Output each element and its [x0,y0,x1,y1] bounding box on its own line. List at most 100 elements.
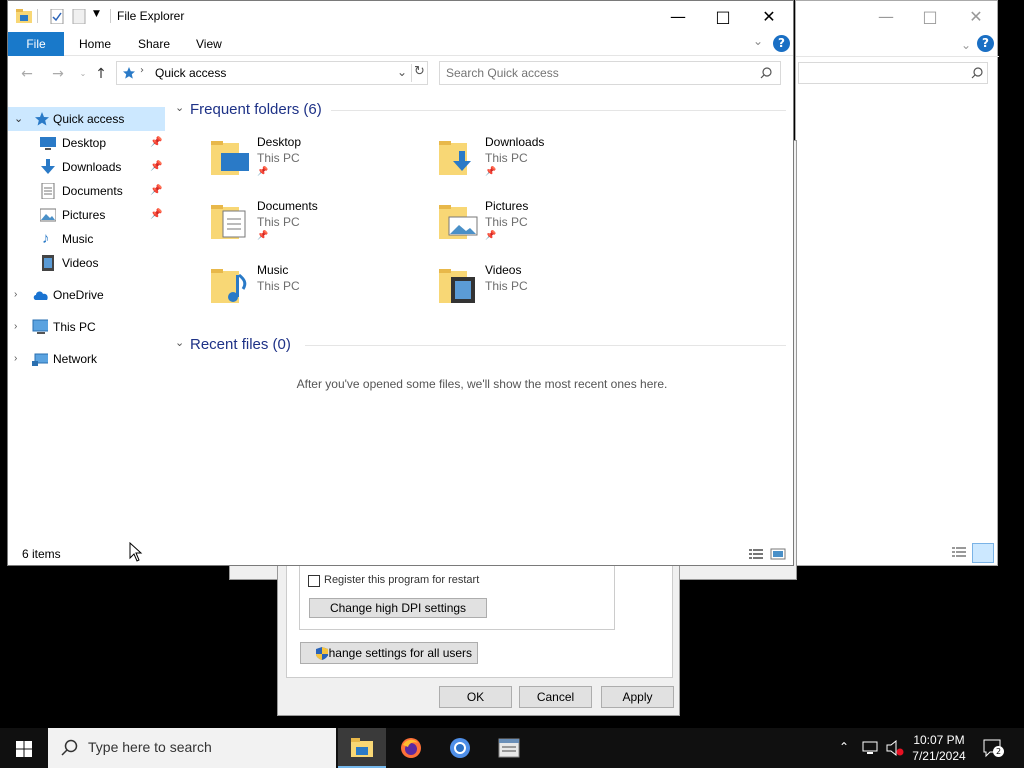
folder-tile-desktop[interactable]: Desktop This PC 📌 [211,133,421,189]
change-dpi-button[interactable]: Change high DPI settings [309,598,487,618]
maximize-button[interactable]: □ [700,1,746,32]
collapse-frequent-icon[interactable]: ⌄ [175,101,184,114]
help-icon[interactable]: ? [977,35,994,52]
large-icons-view-icon[interactable] [972,543,994,563]
start-button[interactable] [0,728,48,768]
tab-share[interactable]: Share [138,32,170,56]
videos-folder-icon [439,269,475,303]
folder-tile-music[interactable]: Music This PC [211,261,421,317]
divider [37,9,38,23]
file-explorer-window[interactable]: ▼ File Explorer — □ ✕ File Home Share Vi… [7,0,794,566]
register-restart-checkbox[interactable] [308,575,320,587]
folder-tile-downloads[interactable]: Downloads This PC 📌 [439,133,649,189]
ok-button[interactable]: OK [439,686,512,708]
pin-icon[interactable]: 📌 [150,203,162,227]
sidebar-item-documents[interactable]: Documents 📌 [8,179,165,203]
close-button[interactable]: ✕ [746,1,792,32]
star-icon [123,67,135,79]
search-box[interactable] [798,62,988,84]
sidebar-item-label: Network [53,352,98,366]
folder-tile-videos[interactable]: Videos This PC [439,261,649,317]
music-folder-icon [211,269,247,303]
address-text: Quick access [155,66,227,80]
taskbar-chrome[interactable] [436,728,484,768]
register-restart-label: Register this program for restart [324,574,480,586]
collapse-recent-icon[interactable]: ⌄ [175,336,184,349]
pictures-folder-icon [439,205,478,239]
system-clock[interactable]: 10:07 PM 7/21/2024 [906,732,972,764]
recent-locations-icon[interactable]: ⌄ [74,65,92,83]
refresh-icon[interactable]: ↻ [414,64,425,79]
search-input[interactable] [446,65,746,81]
taskbar-file-explorer[interactable] [338,728,386,768]
background-explorer-window[interactable]: — □ ✕ ⌄ ? [795,0,999,566]
back-arrow-icon[interactable]: ← [18,65,36,83]
action-center-button[interactable]: 2 [982,738,1004,758]
folder-tile-documents[interactable]: Documents This PC 📌 [211,197,421,253]
show-hidden-icons-icon[interactable]: ⌃ [839,740,849,754]
network-icon [32,353,48,366]
details-view-icon[interactable] [951,545,967,559]
address-dropdown-icon[interactable]: ⌄ [397,65,407,79]
sidebar-item-label: Quick access [53,112,125,126]
sidebar-item-music[interactable]: ♪ Music [8,227,165,251]
clock-date: 7/21/2024 [912,749,966,763]
maximize-icon[interactable]: □ [920,7,940,27]
new-folder-icon[interactable] [72,9,86,24]
cloud-icon [33,291,48,300]
tab-file[interactable]: File [8,32,64,56]
tab-view[interactable]: View [196,32,222,56]
sidebar-item-downloads[interactable]: Downloads 📌 [8,155,165,179]
folder-name: Pictures [485,199,529,213]
up-arrow-icon[interactable]: ↑ [92,65,110,83]
search-box[interactable] [439,61,781,85]
chevron-right-icon[interactable]: › [14,315,17,339]
mouse-cursor-icon [129,542,143,562]
windows-logo-icon [16,741,32,757]
apply-button[interactable]: Apply [601,686,674,708]
sidebar-item-desktop[interactable]: Desktop 📌 [8,131,165,155]
change-all-users-button[interactable]: Change settings for all users [300,642,478,664]
address-bar[interactable]: › Quick access ⌄ ↻ [116,61,428,85]
pin-icon: 📌 [485,231,497,241]
expand-ribbon-icon[interactable]: ⌄ [753,34,763,48]
minimize-button[interactable]: — [655,1,701,32]
chevron-right-icon[interactable]: › [14,347,17,371]
close-icon[interactable]: ✕ [966,7,986,27]
search-icon [760,67,772,79]
properties-icon[interactable] [50,9,64,24]
volume-muted-icon[interactable] [886,740,904,756]
chevron-down-icon[interactable]: ⌄ [956,35,976,55]
quick-access-toolbar-dropdown-icon[interactable]: ▼ [93,9,100,19]
chevron-right-icon[interactable]: › [14,283,17,307]
search-icon [61,739,78,756]
forward-arrow-icon[interactable]: → [49,65,67,83]
taskbar-app-window[interactable] [485,728,533,768]
sidebar-item-network[interactable]: › Network [8,347,165,371]
taskbar-firefox[interactable] [387,728,435,768]
details-view-icon[interactable] [748,547,764,561]
cancel-button[interactable]: Cancel [519,686,592,708]
chevron-down-icon[interactable]: ⌄ [14,107,23,131]
tab-home[interactable]: Home [79,32,111,56]
pin-icon[interactable]: 📌 [150,179,162,203]
help-icon[interactable]: ? [773,35,790,52]
sidebar-item-label: OneDrive [53,288,104,302]
folder-tile-pictures[interactable]: Pictures This PC 📌 [439,197,649,253]
network-status-icon[interactable] [862,741,880,755]
sidebar-item-onedrive[interactable]: › OneDrive [8,283,165,307]
frequent-folders-header[interactable]: Frequent folders (6) [190,101,322,118]
chevron-right-icon[interactable]: › [140,65,144,76]
sidebar-item-videos[interactable]: Videos [8,251,165,275]
taskbar-search-box[interactable]: Type here to search [48,728,336,768]
large-icons-view-icon[interactable] [770,547,786,561]
sidebar-item-quick-access[interactable]: ⌄ Quick access [8,107,165,131]
pin-icon[interactable]: 📌 [150,131,162,155]
sidebar-item-this-pc[interactable]: › This PC [8,315,165,339]
recent-files-header[interactable]: Recent files (0) [190,336,291,353]
folder-location: This PC [485,279,528,293]
title-bar[interactable]: ▼ File Explorer — □ ✕ [8,1,793,32]
pin-icon[interactable]: 📌 [150,155,162,179]
sidebar-item-pictures[interactable]: Pictures 📌 [8,203,165,227]
minimize-icon[interactable]: — [876,7,896,27]
